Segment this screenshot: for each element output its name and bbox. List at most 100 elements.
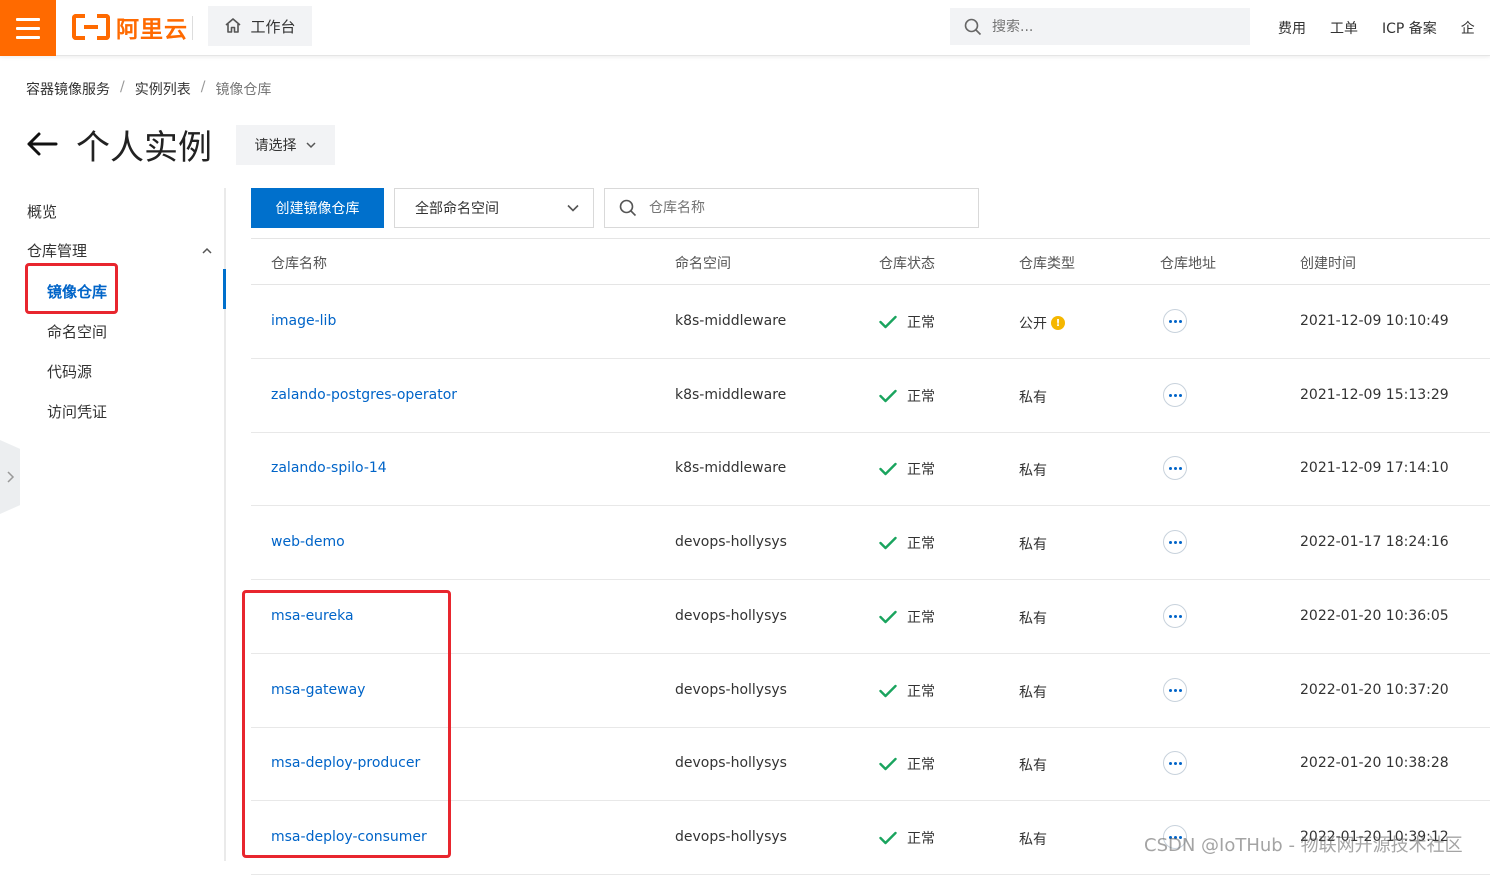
repo-namespace: devops-hollysys [675, 682, 787, 698]
repo-search-input[interactable] [649, 200, 949, 216]
workbench-label: 工作台 [250, 17, 296, 36]
repo-namespace: k8s-middleware [675, 313, 787, 329]
repo-address-more-button[interactable] [1163, 751, 1187, 775]
column-header-name: 仓库名称 [271, 256, 327, 272]
repo-address-more-button[interactable] [1163, 678, 1187, 702]
more-options-icon [1163, 751, 1187, 775]
repo-name-link[interactable]: web-demo [271, 534, 345, 550]
global-search-input[interactable] [992, 18, 1212, 35]
top-link-icp[interactable]: ICP 备案 [1382, 18, 1437, 38]
check-icon [879, 462, 897, 476]
divider [192, 16, 193, 40]
repo-type-label: 公开 [1019, 316, 1047, 332]
repo-name-link[interactable]: zalando-spilo-14 [271, 460, 387, 476]
namespace-select-label: 全部命名空间 [415, 201, 499, 217]
repo-created-time: 2022-01-17 18:24:16 [1300, 534, 1449, 550]
top-link-enterprise[interactable]: 企 [1461, 18, 1475, 38]
repo-type: 私有 [1019, 608, 1047, 628]
check-icon [879, 684, 897, 698]
repo-created-time: 2021-12-09 15:13:29 [1300, 387, 1449, 403]
top-links: 费用 工单 ICP 备案 企 [1278, 0, 1475, 56]
repo-address-more-button[interactable] [1163, 383, 1187, 407]
repo-status: 正常 [879, 828, 935, 848]
chevron-right-icon [7, 471, 15, 483]
search-icon [619, 199, 637, 217]
repo-namespace: devops-hollysys [675, 534, 787, 550]
table-row: web-demo devops-hollysys 正常 私有 2022-01-17 18… [251, 506, 1490, 580]
watermark: CSDN @IoTHub - 物联网开源技术社区 [1144, 835, 1463, 856]
repo-status-label: 正常 [907, 684, 935, 700]
repo-type: 公开! [1019, 313, 1065, 333]
repo-type: 私有 [1019, 387, 1047, 407]
workbench-button[interactable]: 工作台 [208, 6, 312, 46]
breadcrumb-separator: / [200, 79, 206, 95]
hamburger-menu-icon[interactable] [0, 0, 56, 56]
top-link-tickets[interactable]: 工单 [1330, 18, 1358, 38]
repo-status: 正常 [879, 681, 935, 701]
namespace-select[interactable]: 全部命名空间 [394, 188, 594, 228]
column-header-created: 创建时间 [1300, 256, 1356, 272]
repo-name-link[interactable]: zalando-postgres-operator [271, 387, 457, 403]
repo-status: 正常 [879, 533, 935, 553]
sidebar-active-indicator [223, 269, 226, 309]
repo-namespace: k8s-middleware [675, 387, 787, 403]
repo-created-time: 2022-01-20 10:37:20 [1300, 682, 1449, 698]
more-options-icon [1163, 309, 1187, 333]
repo-type-label: 私有 [1019, 537, 1047, 553]
chevron-up-icon [202, 247, 212, 254]
repo-status-label: 正常 [907, 462, 935, 478]
column-header-namespace: 命名空间 [675, 256, 731, 272]
breadcrumb-item-service[interactable]: 容器镜像服务 [26, 79, 110, 99]
repo-namespace: devops-hollysys [675, 755, 787, 771]
repo-type: 私有 [1019, 534, 1047, 554]
repo-status-label: 正常 [907, 610, 935, 626]
back-arrow-icon[interactable] [24, 126, 60, 162]
global-search[interactable] [950, 8, 1250, 45]
breadcrumb-item-current: 镜像仓库 [215, 82, 272, 98]
sidebar-item-overview[interactable]: 概览 [27, 201, 57, 222]
more-options-icon [1163, 678, 1187, 702]
column-header-type: 仓库类型 [1019, 256, 1075, 272]
repo-address-more-button[interactable] [1163, 530, 1187, 554]
sidebar-group-repo-management[interactable]: 仓库管理 [27, 240, 213, 261]
top-navigation-bar: 阿里云 工作台 费用 工单 ICP 备案 企 [0, 0, 1490, 56]
check-icon [879, 610, 897, 624]
sidebar-item-access-credentials[interactable]: 访问凭证 [47, 401, 107, 422]
repo-namespace: k8s-middleware [675, 460, 787, 476]
repo-type: 私有 [1019, 682, 1047, 702]
sidebar-item-namespaces[interactable]: 命名空间 [47, 321, 107, 342]
repo-status: 正常 [879, 459, 935, 479]
repo-type: 私有 [1019, 829, 1047, 849]
repo-search[interactable] [604, 188, 979, 228]
repo-created-time: 2021-12-09 10:10:49 [1300, 313, 1449, 329]
table-row: zalando-postgres-operator k8s-middleware 正… [251, 359, 1490, 433]
breadcrumb: 容器镜像服务 / 实例列表 / 镜像仓库 [26, 79, 271, 99]
instance-select[interactable]: 请选择 [236, 125, 335, 165]
repo-status-label: 正常 [907, 536, 935, 552]
check-icon [879, 315, 897, 329]
repo-address-more-button[interactable] [1163, 604, 1187, 628]
table-row: zalando-spilo-14 k8s-middleware 正常 私有 2021-1… [251, 432, 1490, 506]
column-header-address: 仓库地址 [1160, 256, 1216, 272]
aliyun-logo-mark [72, 14, 110, 40]
repo-type-label: 私有 [1019, 463, 1047, 479]
repo-address-more-button[interactable] [1163, 456, 1187, 480]
more-options-icon [1163, 456, 1187, 480]
create-repo-button[interactable]: 创建镜像仓库 [251, 188, 384, 228]
sidebar-group-label: 仓库管理 [27, 242, 88, 260]
repo-created-time: 2021-12-09 17:14:10 [1300, 460, 1449, 476]
repo-status: 正常 [879, 754, 935, 774]
sidebar-item-code-sources[interactable]: 代码源 [47, 361, 92, 382]
repo-status: 正常 [879, 312, 935, 332]
breadcrumb-item-instances[interactable]: 实例列表 [135, 79, 191, 99]
breadcrumb-separator: / [120, 79, 125, 95]
check-icon [879, 831, 897, 845]
top-link-billing[interactable]: 费用 [1278, 18, 1306, 38]
repo-created-time: 2022-01-20 10:36:05 [1300, 608, 1449, 624]
warning-icon[interactable]: ! [1051, 316, 1065, 330]
repo-address-more-button[interactable] [1163, 309, 1187, 333]
check-icon [879, 536, 897, 550]
aliyun-logo[interactable]: 阿里云 [72, 12, 188, 43]
sidebar-collapse-toggle[interactable] [0, 440, 20, 514]
repo-name-link[interactable]: image-lib [271, 313, 336, 329]
